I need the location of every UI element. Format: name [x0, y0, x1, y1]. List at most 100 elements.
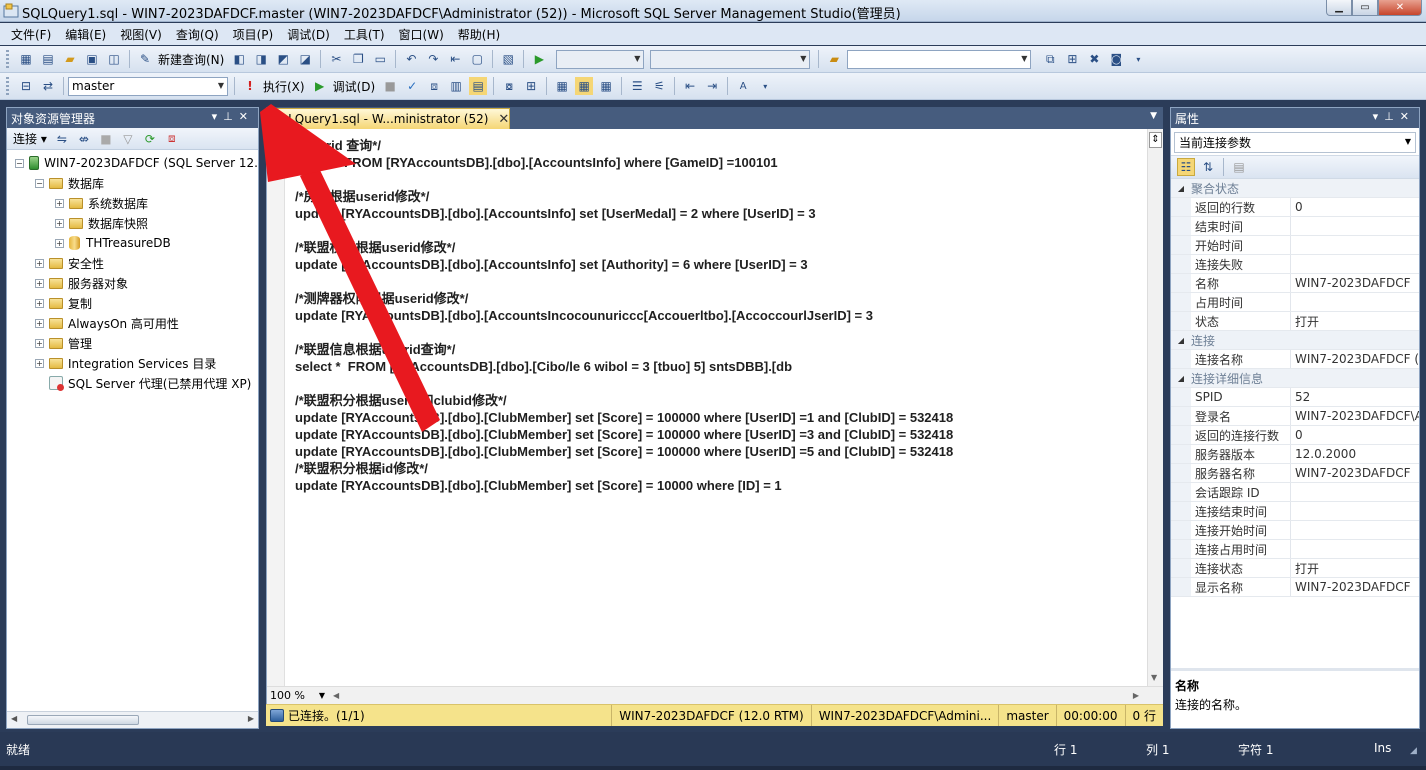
- property-row[interactable]: 返回的连接行数 0: [1171, 426, 1419, 445]
- menu-view[interactable]: 视图(V): [113, 26, 169, 43]
- execute-icon[interactable]: !: [241, 77, 259, 95]
- panel-menu-icon[interactable]: ▾: [212, 110, 224, 123]
- splitter-icon[interactable]: ⇕: [1149, 132, 1162, 148]
- expand-icon[interactable]: +: [35, 298, 44, 308]
- tree-node[interactable]: − 数据库: [7, 173, 258, 193]
- template-explorer-icon[interactable]: ✖: [1085, 50, 1103, 68]
- query-designer-icon[interactable]: ▥: [447, 77, 465, 95]
- code-text[interactable]: /*userid 查询*/ select * FROM [RYAccountsDB…: [295, 137, 953, 494]
- uncomment-icon[interactable]: ⚟: [650, 77, 668, 95]
- window-icon[interactable]: ▢: [468, 50, 486, 68]
- report-icon[interactable]: ▧: [499, 50, 517, 68]
- paste-icon[interactable]: ▭: [371, 50, 389, 68]
- collapse-icon[interactable]: −: [15, 158, 24, 168]
- tree-node[interactable]: + 系统数据库: [7, 193, 258, 213]
- property-category[interactable]: ◢ 聚合状态: [1171, 179, 1419, 198]
- zoom-dropdown[interactable]: 100 % ▼: [267, 688, 327, 704]
- tree-node[interactable]: + 服务器对象: [7, 273, 258, 293]
- debug-icon[interactable]: ▶: [311, 77, 329, 95]
- refresh-icon[interactable]: ⟳: [141, 130, 159, 148]
- scroll-down-icon[interactable]: ▼: [1151, 673, 1157, 682]
- property-row[interactable]: 显示名称 WIN7-2023DAFDCF: [1171, 578, 1419, 597]
- new-query-button[interactable]: 新建查询(N): [158, 51, 224, 68]
- scrollbar-thumb[interactable]: [27, 715, 139, 725]
- scroll-right-icon[interactable]: ▶: [248, 714, 254, 723]
- tree-node[interactable]: + 复制: [7, 293, 258, 313]
- open-file-icon[interactable]: ▰: [61, 50, 79, 68]
- categorized-icon[interactable]: ☷: [1177, 158, 1195, 176]
- new-project-icon[interactable]: ▦: [17, 50, 35, 68]
- tab-list-dropdown-icon[interactable]: ▼: [1150, 111, 1157, 121]
- property-row[interactable]: 登录名 WIN7-2023DAFDCF\A: [1171, 407, 1419, 426]
- property-row[interactable]: 返回的行数 0: [1171, 198, 1419, 217]
- collapse-icon[interactable]: −: [35, 178, 44, 188]
- pin-icon[interactable]: ⊥: [1384, 110, 1400, 123]
- property-row[interactable]: 连接状态 打开: [1171, 559, 1419, 578]
- scroll-right-icon[interactable]: ▶: [1133, 691, 1139, 700]
- navigate-icon[interactable]: ⇤: [446, 50, 464, 68]
- resize-grip-icon[interactable]: ◢: [1410, 746, 1417, 756]
- property-row[interactable]: 状态 打开: [1171, 312, 1419, 331]
- menu-tools[interactable]: 工具(T): [337, 26, 392, 43]
- toolbar-grip[interactable]: [6, 77, 9, 95]
- pin-icon[interactable]: ⊥: [223, 110, 239, 123]
- tab-sqlquery1[interactable]: SQLQuery1.sql - W...ministrator (52) ✕: [266, 108, 510, 129]
- comment-icon[interactable]: ☰: [628, 77, 646, 95]
- connect-icon[interactable]: ⊟: [17, 77, 35, 95]
- new-query-icon[interactable]: ✎: [136, 50, 154, 68]
- increase-indent-icon[interactable]: ⇥: [703, 77, 721, 95]
- property-row[interactable]: 占用时间: [1171, 293, 1419, 312]
- save-all-icon[interactable]: ◫: [105, 50, 123, 68]
- query-options-icon[interactable]: ▤: [469, 77, 488, 95]
- alphabetical-icon[interactable]: ⇅: [1199, 158, 1217, 176]
- cancel-query-icon[interactable]: ■: [381, 77, 399, 95]
- find-in-files-icon[interactable]: ▰: [825, 50, 843, 68]
- menu-query[interactable]: 查询(Q): [169, 26, 226, 43]
- add-item-icon[interactable]: ▤: [39, 50, 57, 68]
- menu-debug[interactable]: 调试(D): [280, 26, 337, 43]
- solution-config-dropdown[interactable]: ▼: [556, 49, 645, 69]
- expand-icon[interactable]: +: [35, 318, 44, 328]
- specify-template-values-icon[interactable]: A: [734, 77, 752, 95]
- expand-icon[interactable]: +: [35, 258, 44, 268]
- toolbar-options-icon[interactable]: ▾: [1129, 50, 1147, 68]
- property-row[interactable]: 结束时间: [1171, 217, 1419, 236]
- stop-icon[interactable]: ■: [97, 130, 115, 148]
- start-debug-icon[interactable]: ▶: [530, 50, 548, 68]
- property-pages-icon[interactable]: ▤: [1230, 158, 1248, 176]
- toolbar-options-icon[interactable]: ▾: [756, 77, 774, 95]
- expand-icon[interactable]: +: [55, 218, 64, 228]
- connect-object-explorer-icon[interactable]: ⇋: [53, 130, 71, 148]
- panel-menu-icon[interactable]: ▾: [1373, 110, 1385, 123]
- redo-icon[interactable]: ↷: [424, 50, 442, 68]
- property-row[interactable]: 服务器版本 12.0.2000: [1171, 445, 1419, 464]
- property-row[interactable]: 连接结束时间: [1171, 502, 1419, 521]
- expand-icon[interactable]: +: [55, 238, 64, 248]
- toolbar-grip[interactable]: [6, 50, 9, 68]
- collapse-category-icon[interactable]: ◢: [1171, 336, 1191, 345]
- xmla-query-icon[interactable]: ◪: [296, 50, 314, 68]
- scroll-left-icon[interactable]: ◀: [333, 691, 339, 700]
- results-to-text-icon[interactable]: ▦: [575, 77, 594, 95]
- include-actual-plan-icon[interactable]: ⊞: [522, 77, 540, 95]
- change-connection-icon[interactable]: ⇄: [39, 77, 57, 95]
- save-icon[interactable]: ▣: [83, 50, 101, 68]
- tree-node[interactable]: + 数据库快照: [7, 213, 258, 233]
- maximize-button[interactable]: ▭: [1352, 0, 1378, 16]
- property-row[interactable]: 开始时间: [1171, 236, 1419, 255]
- close-panel-icon[interactable]: ✕: [1400, 110, 1415, 123]
- property-row[interactable]: 会话跟踪 ID: [1171, 483, 1419, 502]
- query-editor[interactable]: /*userid 查询*/ select * FROM [RYAccountsDB…: [266, 129, 1163, 704]
- close-panel-icon[interactable]: ✕: [239, 110, 254, 123]
- db-engine-query-icon[interactable]: ◧: [230, 50, 248, 68]
- find-combo[interactable]: ▼: [847, 49, 1032, 69]
- analysis-dmx-query-icon[interactable]: ◩: [274, 50, 292, 68]
- menu-project[interactable]: 项目(P): [226, 26, 281, 43]
- property-row[interactable]: SPID 52: [1171, 388, 1419, 407]
- activity-monitor-icon[interactable]: ⧈: [163, 130, 181, 148]
- available-databases-dropdown[interactable]: master ▼: [68, 76, 228, 96]
- property-row[interactable]: 服务器名称 WIN7-2023DAFDCF: [1171, 464, 1419, 483]
- properties-object-dropdown[interactable]: 当前连接参数 ▼: [1174, 132, 1416, 153]
- copy-icon[interactable]: ❐: [349, 50, 367, 68]
- close-button[interactable]: ✕: [1378, 0, 1422, 16]
